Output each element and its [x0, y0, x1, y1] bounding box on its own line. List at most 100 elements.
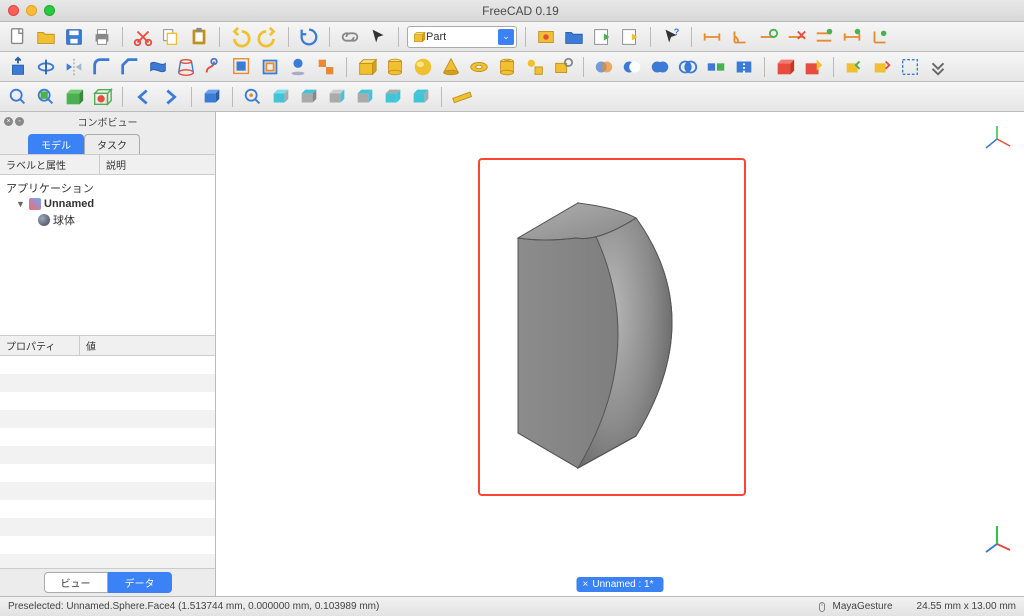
compound-button[interactable]	[314, 55, 338, 79]
thickness-button[interactable]	[258, 55, 282, 79]
cylinder-button[interactable]	[383, 55, 407, 79]
defeaturing-button[interactable]	[801, 55, 825, 79]
more-button[interactable]	[926, 55, 950, 79]
measure-angular-button[interactable]	[728, 25, 752, 49]
tab-task[interactable]: タスク	[84, 134, 140, 154]
chamfer-button[interactable]	[118, 55, 142, 79]
workbench-selector[interactable]: Part ⌄	[407, 26, 517, 48]
primitives-button[interactable]	[523, 55, 547, 79]
right-view-button[interactable]	[325, 85, 349, 109]
separator	[398, 27, 399, 47]
fit-selection-button[interactable]	[34, 85, 58, 109]
save-button[interactable]	[62, 25, 86, 49]
paste-button[interactable]	[187, 25, 211, 49]
tab-data[interactable]: データ	[108, 572, 172, 593]
property-panel[interactable]	[0, 356, 215, 568]
measure-toggle-delta-button[interactable]	[868, 25, 892, 49]
front-view-button[interactable]	[269, 85, 293, 109]
tree-root[interactable]: アプリケーション	[4, 179, 211, 197]
offset-3d-button[interactable]	[230, 55, 254, 79]
nav-forward-button[interactable]	[159, 85, 183, 109]
mirror-button[interactable]	[62, 55, 86, 79]
boolean-button[interactable]	[592, 55, 616, 79]
import-button[interactable]	[842, 55, 866, 79]
model-tree[interactable]: アプリケーション ▼Unnamed 球体	[0, 175, 215, 335]
copy-button[interactable]	[159, 25, 183, 49]
macro-edit-button[interactable]	[618, 25, 642, 49]
tree-document[interactable]: ▼Unnamed	[4, 197, 211, 211]
loft-button[interactable]	[174, 55, 198, 79]
measure-toggle-all-button[interactable]	[812, 25, 836, 49]
tree-item-sphere[interactable]: 球体	[4, 211, 211, 229]
split-button[interactable]	[732, 55, 756, 79]
macro-play-button[interactable]	[590, 25, 614, 49]
sweep-button[interactable]	[202, 55, 226, 79]
rear-view-button[interactable]	[353, 85, 377, 109]
sphere-button[interactable]	[411, 55, 435, 79]
revolve-button[interactable]	[34, 55, 58, 79]
torus-button[interactable]	[467, 55, 491, 79]
status-nav-style[interactable]: MayaGesture	[816, 601, 892, 613]
tab-model[interactable]: モデル	[28, 134, 84, 154]
union-button[interactable]	[648, 55, 672, 79]
measure-linear-button[interactable]	[700, 25, 724, 49]
maximize-window-button[interactable]	[44, 5, 55, 16]
macro-record-button[interactable]	[534, 25, 558, 49]
separator	[691, 27, 692, 47]
measure-refresh-button[interactable]	[756, 25, 780, 49]
cursor-button[interactable]	[366, 25, 390, 49]
projection-button[interactable]	[286, 55, 310, 79]
box-selection-button[interactable]	[898, 55, 922, 79]
window-title: FreeCAD 0.19	[55, 4, 986, 18]
separator	[346, 57, 347, 77]
bounding-box-button[interactable]	[90, 85, 114, 109]
macro-folder-button[interactable]	[562, 25, 586, 49]
cone-button[interactable]	[439, 55, 463, 79]
tube-button[interactable]	[495, 55, 519, 79]
fillet-button[interactable]	[90, 55, 114, 79]
tab-view[interactable]: ビュー	[44, 572, 108, 593]
nav-back-button[interactable]	[131, 85, 155, 109]
close-tab-icon[interactable]: ×	[583, 579, 589, 590]
sync-view-button[interactable]	[241, 85, 265, 109]
top-view-button[interactable]	[297, 85, 321, 109]
shapebuilder-button[interactable]	[551, 55, 575, 79]
tree-header-desc: 説明	[100, 155, 132, 174]
measure-distance-button[interactable]	[450, 85, 474, 109]
fit-all-button[interactable]	[6, 85, 30, 109]
ruled-surface-button[interactable]	[146, 55, 170, 79]
refresh-button[interactable]	[297, 25, 321, 49]
workbench-label: Part	[426, 31, 446, 43]
measure-clear-button[interactable]	[784, 25, 808, 49]
minimize-window-button[interactable]	[26, 5, 37, 16]
separator	[764, 57, 765, 77]
link-button[interactable]	[338, 25, 362, 49]
extrude-button[interactable]	[6, 55, 30, 79]
new-file-button[interactable]	[6, 25, 30, 49]
join-connect-button[interactable]	[704, 55, 728, 79]
open-file-button[interactable]	[34, 25, 58, 49]
export-button[interactable]	[870, 55, 894, 79]
panel-undock-icon[interactable]: ◦	[15, 117, 24, 126]
3d-viewport[interactable]: × Unnamed : 1*	[216, 112, 1024, 596]
draw-style-button[interactable]	[62, 85, 86, 109]
print-button[interactable]	[90, 25, 114, 49]
toolbar-view	[0, 82, 1024, 112]
redo-button[interactable]	[256, 25, 280, 49]
whatsthis-button[interactable]: ?	[659, 25, 683, 49]
isometric-button[interactable]	[200, 85, 224, 109]
close-window-button[interactable]	[8, 5, 19, 16]
bottom-view-button[interactable]	[381, 85, 405, 109]
cut-button[interactable]	[131, 25, 155, 49]
measure-toggle-3d-button[interactable]	[840, 25, 864, 49]
cut-boolean-button[interactable]	[620, 55, 644, 79]
panel-close-icon[interactable]: ×	[4, 117, 13, 126]
combo-tabs: モデル タスク	[0, 131, 215, 154]
check-geometry-button[interactable]	[773, 55, 797, 79]
intersection-button[interactable]	[676, 55, 700, 79]
left-view-button[interactable]	[409, 85, 433, 109]
disclosure-triangle-icon[interactable]: ▼	[16, 199, 26, 209]
document-tab[interactable]: × Unnamed : 1*	[577, 577, 664, 592]
undo-button[interactable]	[228, 25, 252, 49]
box-button[interactable]	[355, 55, 379, 79]
